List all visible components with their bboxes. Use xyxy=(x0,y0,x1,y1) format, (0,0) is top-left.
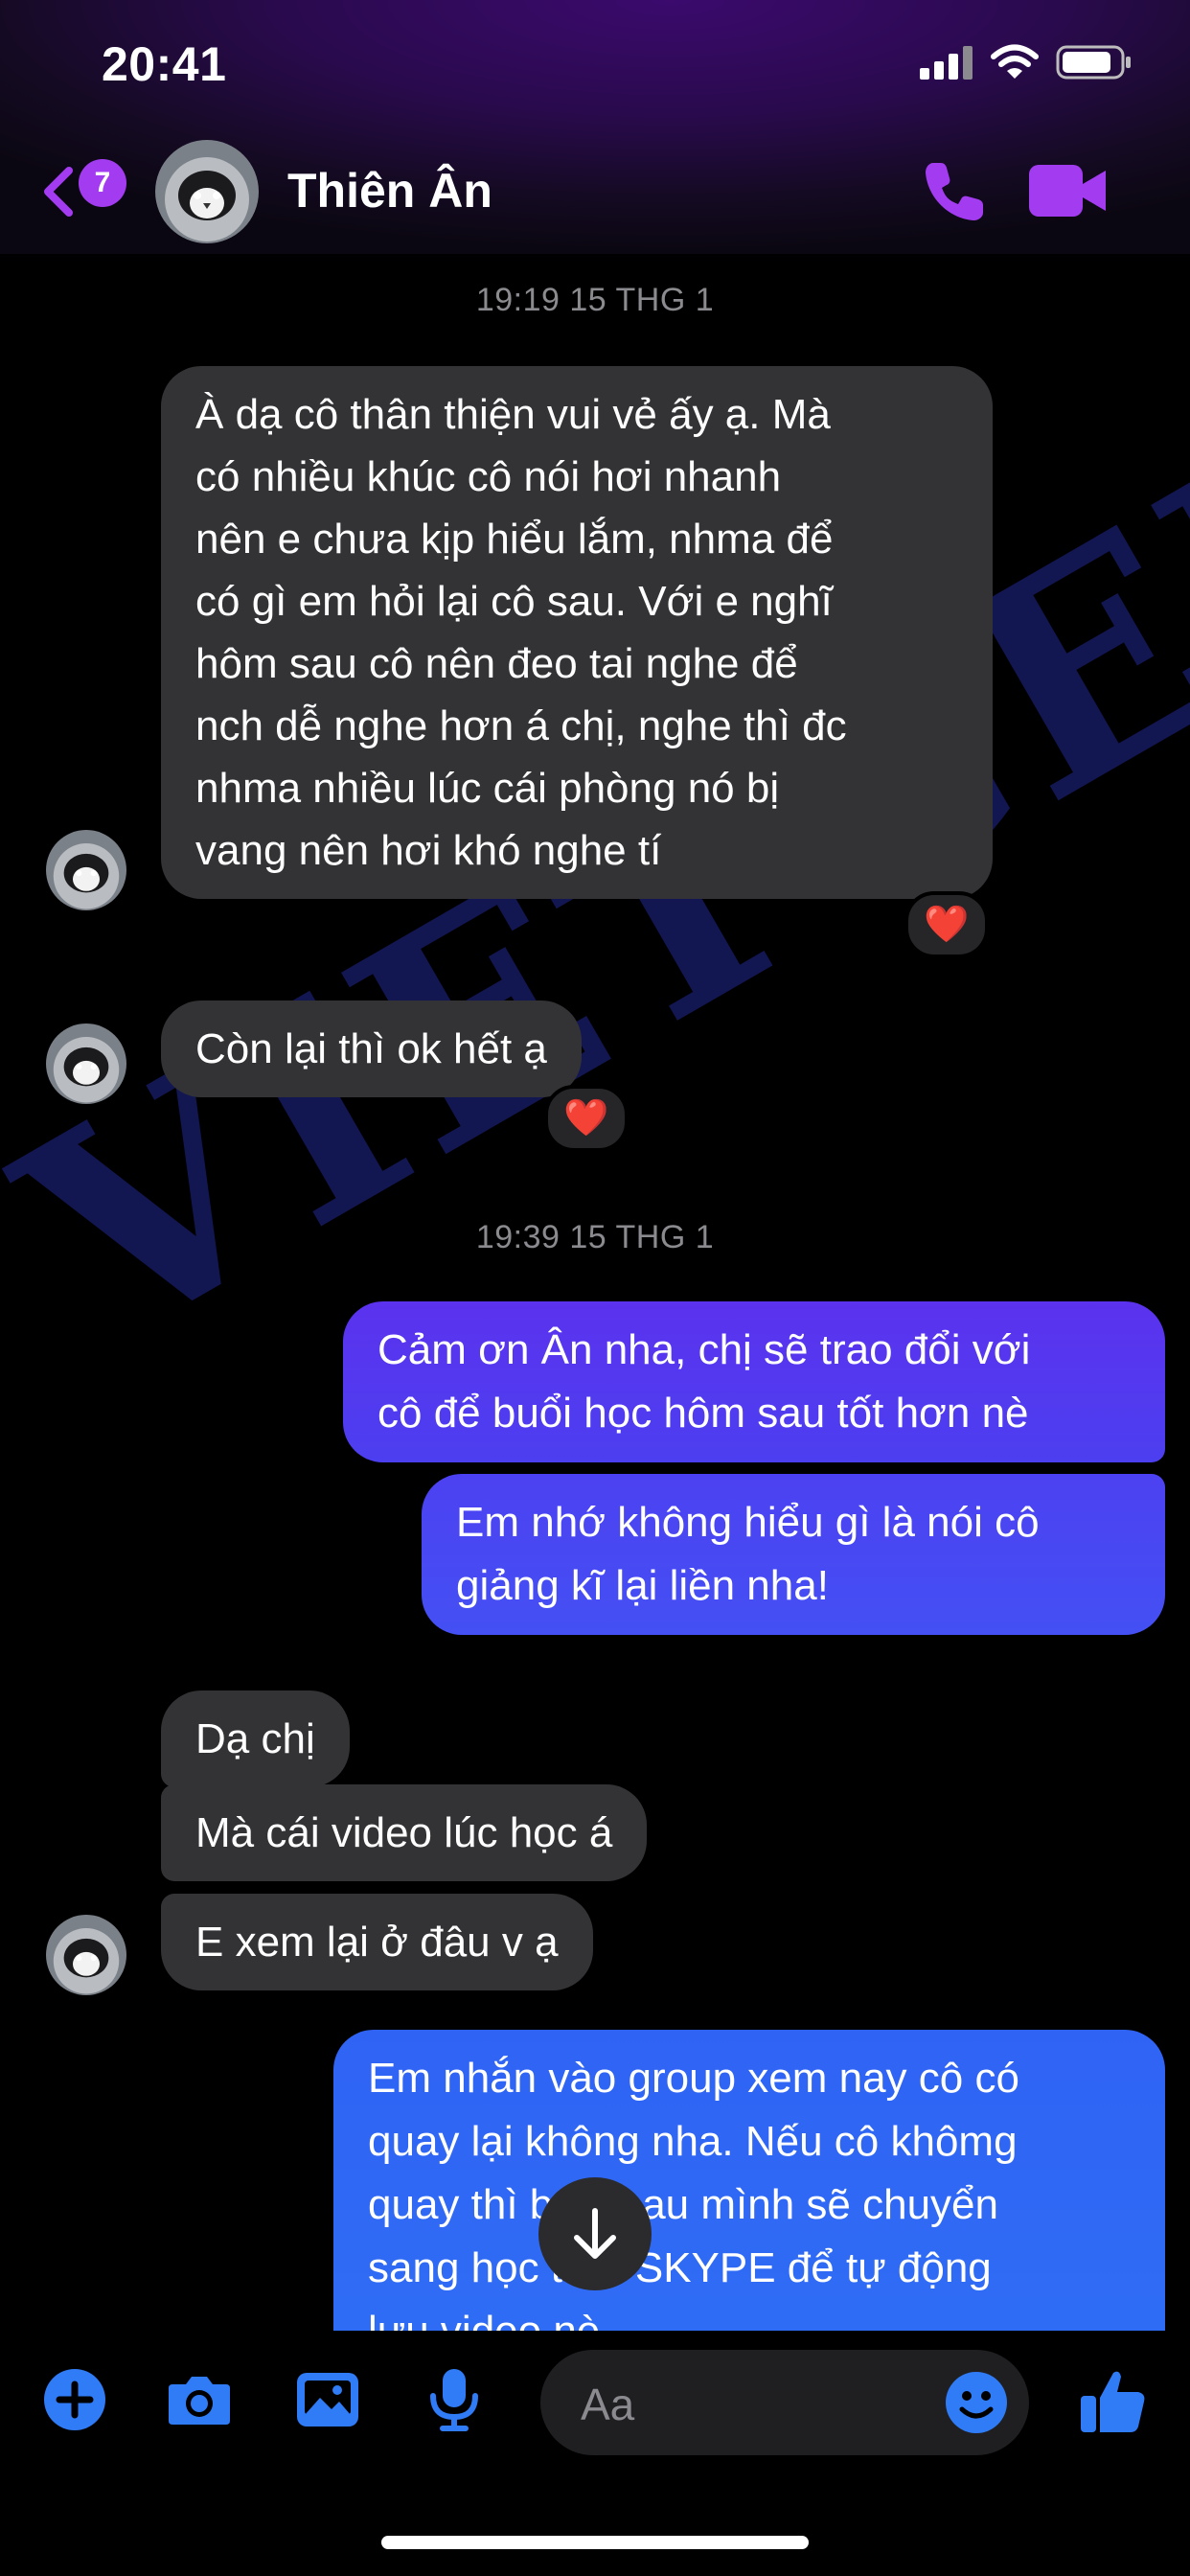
wifi-icon xyxy=(991,44,1039,79)
message-line: E xem lại ở đâu v ạ xyxy=(195,1919,559,1966)
message-line: quay lại không nha. Nếu cô khômg xyxy=(368,2118,1018,2165)
timestamp: 19:19 15 THG 1 xyxy=(475,282,715,318)
message-line: Cảm ơn Ân nha, chị sẽ trao đổi với xyxy=(378,1326,1031,1373)
message-line: Mà cái video lúc học á xyxy=(195,1809,613,1856)
emoji-icon[interactable] xyxy=(943,2369,1010,2436)
message-line: cô để buổi học hôm sau tốt hơn nè xyxy=(378,1390,1029,1437)
camera-icon[interactable] xyxy=(165,2365,234,2434)
incoming-message[interactable]: Còn lại thì ok hết ạ xyxy=(161,1000,582,1097)
penguin-avatar-icon xyxy=(46,830,126,910)
microphone-icon[interactable] xyxy=(420,2365,489,2434)
cellular-signal-icon xyxy=(920,46,973,80)
sender-avatar[interactable] xyxy=(46,830,126,910)
plus-icon[interactable] xyxy=(40,2365,109,2434)
sender-avatar[interactable] xyxy=(46,1915,126,1995)
penguin-avatar-icon xyxy=(155,140,259,243)
message-line: nch dễ nghe hơn á chị, nghe thì đc xyxy=(195,702,847,749)
contact-avatar[interactable] xyxy=(155,140,259,243)
penguin-avatar-icon xyxy=(46,1915,126,1995)
status-time: 20:41 xyxy=(102,37,227,91)
message-line: giảng kĩ lại liền nha! xyxy=(456,1562,829,1609)
thumbs-up-icon[interactable] xyxy=(1077,2365,1150,2438)
incoming-message[interactable]: Mà cái video lúc học á xyxy=(161,1784,648,1881)
phone-icon[interactable] xyxy=(920,157,989,226)
unread-badge[interactable]: 7 xyxy=(79,159,126,207)
chat-header: 20:41 7 Thiên Ân xyxy=(0,0,1190,254)
battery-icon xyxy=(1056,45,1131,80)
message-line: có gì em hỏi lại cô sau. Với e nghĩ xyxy=(195,578,833,625)
message-line: Em nhắn vào group xem nay cô có xyxy=(368,2055,1019,2102)
heart-reaction[interactable]: ❤️ xyxy=(544,1085,629,1152)
contact-name[interactable]: Thiên Ân xyxy=(287,163,492,218)
message-line: quay thì buổi sau mình sẽ chuyển xyxy=(368,2181,998,2228)
outgoing-message[interactable]: Em nhắn vào group xem nay cô có quay lại… xyxy=(333,2030,1165,2380)
home-indicator[interactable] xyxy=(381,2536,809,2549)
heart-icon: ❤️ xyxy=(563,1098,609,1138)
heart-icon: ❤️ xyxy=(924,905,970,945)
message-input[interactable]: Aa xyxy=(540,2350,1029,2455)
message-line: À dạ cô thân thiện vui vẻ ấy ạ. Mà xyxy=(195,391,831,438)
navigation-bar: 7 Thiên Ân xyxy=(0,134,1190,243)
message-line: có nhiều khúc cô nói hơi nhanh xyxy=(195,453,782,500)
status-icons xyxy=(920,44,1133,80)
incoming-message[interactable]: Dạ chị xyxy=(161,1690,350,1787)
message-line: Còn lại thì ok hết ạ xyxy=(195,1025,547,1072)
message-line: vang nên hơi khó nghe tí xyxy=(195,827,662,874)
photo-icon[interactable] xyxy=(293,2365,362,2434)
message-line: nhma nhiều lúc cái phòng nó bị xyxy=(195,765,780,812)
scroll-to-bottom-button[interactable] xyxy=(538,2177,652,2290)
message-line: sang học trên SKYPE để tự động xyxy=(368,2244,992,2291)
message-line: Em nhớ không hiểu gì là nói cô xyxy=(456,1499,1040,1546)
message-input-placeholder: Aa xyxy=(581,2380,635,2429)
timestamp: 19:39 15 THG 1 xyxy=(475,1219,715,1255)
penguin-avatar-icon xyxy=(46,1024,126,1104)
message-line: Dạ chị xyxy=(195,1715,315,1762)
incoming-message[interactable]: E xem lại ở đâu v ạ xyxy=(161,1894,593,1990)
message-line: nên e chưa kịp hiểu lắm, nhma để xyxy=(195,516,834,563)
message-line: hôm sau cô nên đeo tai nghe để xyxy=(195,640,798,687)
sender-avatar[interactable] xyxy=(46,1024,126,1104)
heart-reaction[interactable]: ❤️ xyxy=(904,891,989,958)
outgoing-message[interactable]: Cảm ơn Ân nha, chị sẽ trao đổi với cô để… xyxy=(343,1301,1165,1462)
video-camera-icon[interactable] xyxy=(1025,159,1110,222)
incoming-message[interactable]: À dạ cô thân thiện vui vẻ ấy ạ. Mà có nh… xyxy=(161,366,993,899)
outgoing-message[interactable]: Em nhớ không hiểu gì là nói cô giảng kĩ … xyxy=(422,1474,1165,1635)
arrow-down-icon xyxy=(574,2208,616,2259)
